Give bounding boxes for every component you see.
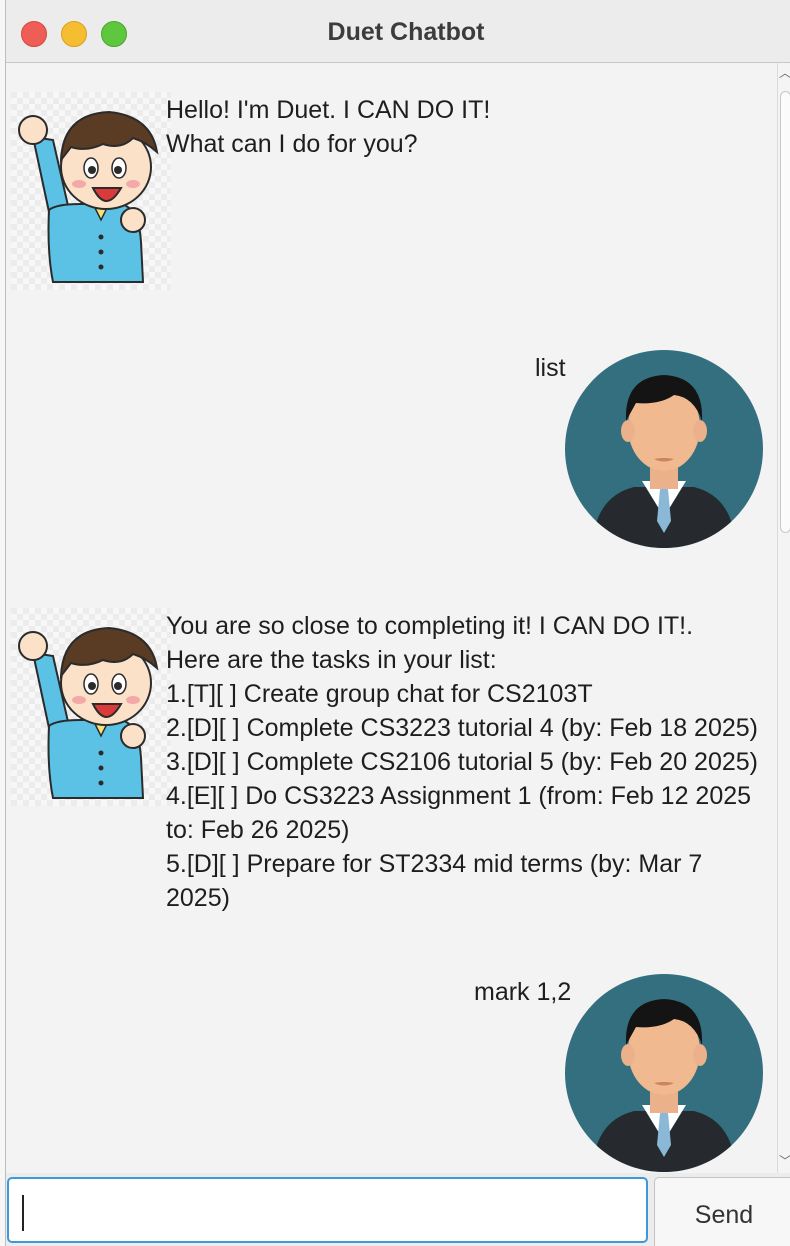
duet-message-2: You are so close to completing it! I CAN… bbox=[166, 609, 758, 915]
duet-avatar-image bbox=[11, 608, 171, 806]
message-line: to: Feb 26 2025) bbox=[166, 816, 350, 844]
message-line: list bbox=[535, 354, 566, 382]
user-message-1: list bbox=[535, 351, 566, 385]
window-title: Duet Chatbot bbox=[327, 18, 485, 46]
message-line: 2025) bbox=[166, 884, 230, 912]
duet-message-1: Hello! I'm Duet. I CAN DO IT! What can I… bbox=[166, 93, 490, 161]
user-avatar bbox=[564, 349, 764, 549]
message-line: 5.[D][ ] Prepare for ST2334 mid terms (b… bbox=[166, 850, 703, 878]
scroll-thumb[interactable] bbox=[780, 91, 790, 533]
user-avatar-image bbox=[565, 350, 763, 548]
text-caret bbox=[22, 1195, 24, 1231]
user-avatar-image bbox=[565, 974, 763, 1172]
user-avatar bbox=[564, 973, 764, 1173]
message-line: 1.[T][ ] Create group chat for CS2103T bbox=[166, 680, 593, 708]
duet-avatar-image bbox=[11, 92, 171, 290]
message-line: Hello! I'm Duet. I CAN DO IT! bbox=[166, 96, 491, 124]
message-line: mark 1,2 bbox=[474, 978, 572, 1006]
duet-avatar bbox=[11, 608, 171, 806]
message-line: 3.[D][ ] Complete CS2106 tutorial 5 (by:… bbox=[166, 748, 758, 776]
message-input[interactable] bbox=[7, 1177, 648, 1243]
message-line: Here are the tasks in your list: bbox=[166, 646, 497, 674]
scroll-up-icon[interactable]: ︿ bbox=[778, 65, 790, 81]
send-button[interactable]: Send bbox=[654, 1177, 790, 1246]
title-bar: Duet Chatbot bbox=[6, 0, 790, 63]
message-line: What can I do for you? bbox=[166, 130, 418, 158]
app-window: Duet Chatbot Hello! I'm Duet. I CAN DO I… bbox=[5, 0, 790, 1246]
scroll-down-icon[interactable]: ﹀ bbox=[778, 1153, 790, 1169]
duet-avatar bbox=[11, 92, 171, 290]
chat-scrollbar[interactable]: ︿ ﹀ bbox=[777, 63, 790, 1173]
message-line: 4.[E][ ] Do CS3223 Assignment 1 (from: F… bbox=[166, 782, 752, 810]
user-message-2: mark 1,2 bbox=[474, 975, 571, 1009]
input-bar: Send bbox=[6, 1173, 790, 1246]
message-line: 2.[D][ ] Complete CS3223 tutorial 4 (by:… bbox=[166, 714, 758, 742]
message-line: You are so close to completing it! I CAN… bbox=[166, 612, 694, 640]
chat-area[interactable]: Hello! I'm Duet. I CAN DO IT! What can I… bbox=[6, 63, 777, 1173]
